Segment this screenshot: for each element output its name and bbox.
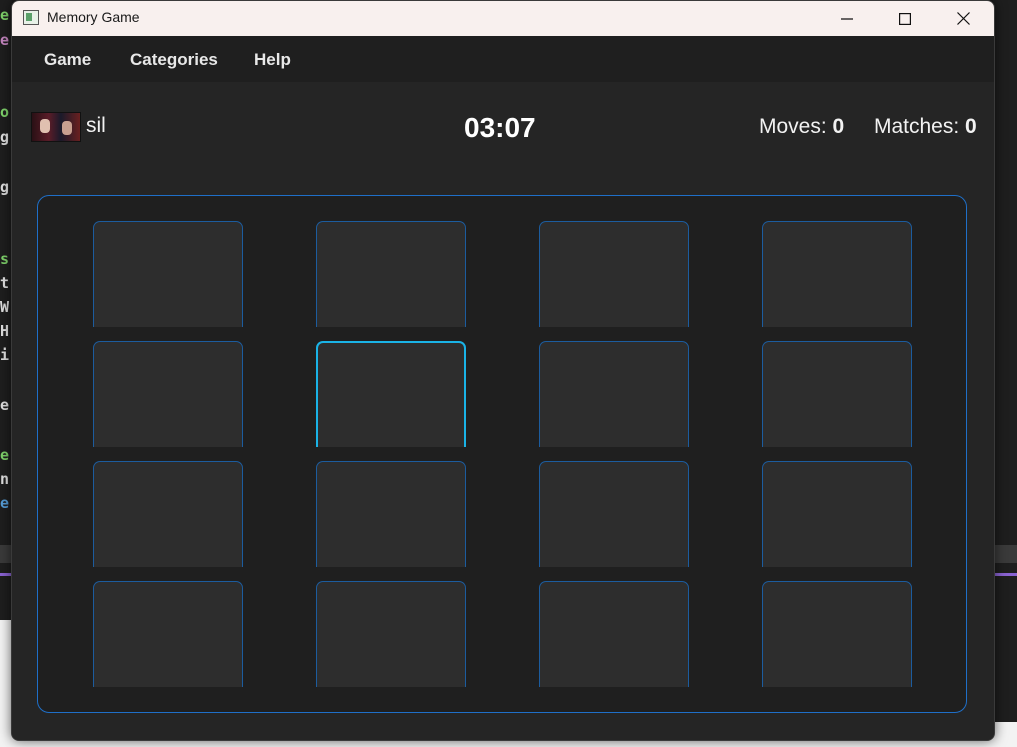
- app-icon: [23, 10, 39, 25]
- memory-card[interactable]: [316, 581, 466, 687]
- memory-card[interactable]: [316, 461, 466, 567]
- title-bar: Memory Game: [12, 1, 994, 36]
- memory-card[interactable]: [762, 581, 912, 687]
- minimize-icon: [841, 17, 853, 20]
- player-name: sil: [86, 114, 106, 137]
- moves-value: 0: [832, 115, 845, 138]
- menu-help[interactable]: Help: [254, 50, 291, 70]
- maximize-icon: [899, 12, 911, 25]
- memory-game-window: Memory Game Game Categories Help sil 03:…: [11, 0, 995, 741]
- background-editor-right: [993, 0, 1017, 747]
- memory-card[interactable]: [539, 341, 689, 447]
- menu-game[interactable]: Game: [44, 50, 91, 70]
- menu-categories[interactable]: Categories: [130, 50, 218, 70]
- maximize-button[interactable]: [876, 1, 934, 36]
- matches-counter: Matches: 0: [874, 115, 977, 139]
- close-icon: [956, 12, 970, 25]
- minimize-button[interactable]: [818, 1, 876, 36]
- memory-card[interactable]: [539, 221, 689, 327]
- memory-card[interactable]: [762, 341, 912, 447]
- memory-card[interactable]: [316, 341, 466, 447]
- menu-bar: Game Categories Help: [12, 36, 994, 82]
- window-title: Memory Game: [47, 9, 140, 25]
- moves-counter: Moves: 0: [759, 115, 844, 139]
- matches-value: 0: [965, 115, 977, 138]
- memory-card[interactable]: [762, 461, 912, 567]
- player-avatar: [31, 112, 81, 142]
- memory-card[interactable]: [762, 221, 912, 327]
- card-board: [37, 195, 967, 713]
- memory-card[interactable]: [539, 461, 689, 567]
- memory-card[interactable]: [93, 461, 243, 567]
- moves-label: Moves:: [759, 115, 827, 138]
- memory-card[interactable]: [539, 581, 689, 687]
- game-area: sil 03:07 Moves: 0 Matches: 0: [12, 82, 994, 740]
- memory-card[interactable]: [316, 221, 466, 327]
- game-timer: 03:07: [464, 112, 536, 143]
- close-button[interactable]: [934, 1, 992, 36]
- memory-card[interactable]: [93, 221, 243, 327]
- memory-card[interactable]: [93, 581, 243, 687]
- memory-card[interactable]: [93, 341, 243, 447]
- matches-label: Matches:: [874, 115, 960, 138]
